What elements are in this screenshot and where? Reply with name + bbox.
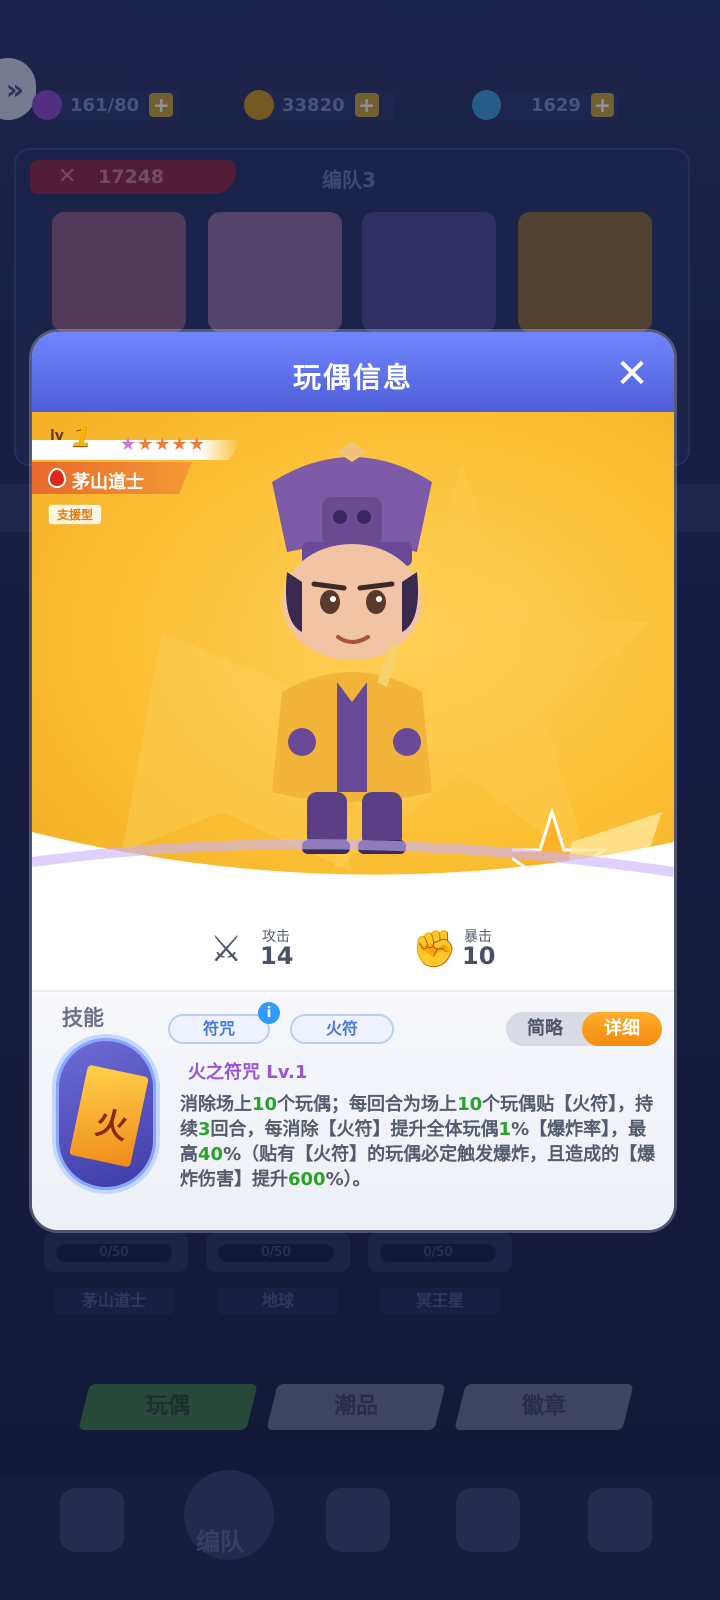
highlight-number: 10 bbox=[457, 1094, 483, 1115]
fist-icon: ✊ bbox=[412, 929, 457, 970]
fire-element-icon bbox=[48, 468, 66, 488]
detail-toggle[interactable]: 简略 详细 bbox=[506, 1012, 662, 1046]
skill-tag-fire-talisman[interactable]: 火符 bbox=[290, 1014, 394, 1044]
stats-row: ⚔ 攻击 14 ✊ 暴击 10 bbox=[32, 912, 674, 992]
highlight-number: 600 bbox=[288, 1169, 326, 1190]
star-icon: ★ bbox=[188, 434, 206, 455]
star-rating: ★★★★★ bbox=[120, 434, 206, 455]
skill-name: 火之符咒 Lv.1 bbox=[188, 1062, 308, 1083]
star-icon: ★ bbox=[120, 434, 138, 455]
close-icon[interactable]: ✕ bbox=[612, 354, 652, 394]
modal-title: 玩偶信息 bbox=[292, 361, 413, 394]
toggle-detailed[interactable]: 详细 bbox=[582, 1012, 662, 1046]
highlight-number: 40 bbox=[198, 1144, 224, 1165]
skill-tag-talisman[interactable]: 符咒 bbox=[168, 1014, 270, 1044]
skill-icon[interactable]: 火 bbox=[52, 1034, 160, 1194]
hero-wave-divider bbox=[32, 832, 674, 912]
desc-text: %）。 bbox=[325, 1169, 371, 1190]
star-icon: ★ bbox=[137, 434, 155, 455]
stat-value: 14 bbox=[260, 942, 294, 970]
doll-info-modal: 玩偶信息 ✕ lv 1 ★★★★★ 茅山道士 支援型 ⚔ 攻击 14 ✊ 暴击 … bbox=[32, 332, 674, 1230]
doll-name: 茅山道士 bbox=[72, 472, 144, 493]
doll-type-badge: 支援型 bbox=[48, 504, 103, 525]
toggle-brief[interactable]: 简略 bbox=[506, 1012, 584, 1046]
skill-description: 消除场上10个玩偶；每回合为场上10个玩偶贴【火符】，持续3回合，每消除【火符】… bbox=[180, 1092, 660, 1192]
desc-text: %（贴有【火符】的玩偶必定触发爆炸，且造成的【爆炸伤害】提升 bbox=[180, 1144, 656, 1190]
level-prefix: lv bbox=[50, 428, 64, 444]
doll-character-image bbox=[272, 442, 432, 854]
highlight-number: 1 bbox=[498, 1119, 512, 1140]
crossed-swords-icon: ⚔ bbox=[210, 929, 243, 970]
highlight-number: 3 bbox=[198, 1119, 211, 1140]
star-icon: ★ bbox=[154, 434, 172, 455]
info-icon[interactable]: i bbox=[258, 1002, 280, 1024]
level-number: 1 bbox=[72, 420, 92, 453]
highlight-number: 10 bbox=[252, 1094, 278, 1115]
desc-text: 回合，每消除【火符】提升全体玩偶 bbox=[210, 1119, 499, 1140]
desc-text: 消除场上 bbox=[180, 1094, 252, 1115]
skill-section: 技能 火 符咒 i 火符 简略 详细 火之符咒 Lv.1 消除场上10个玩偶；每… bbox=[32, 994, 674, 1230]
star-icon: ★ bbox=[171, 434, 189, 455]
skill-section-title: 技能 bbox=[62, 1006, 104, 1030]
desc-text: 个玩偶；每回合为场上 bbox=[277, 1094, 458, 1115]
stat-value: 10 bbox=[462, 942, 496, 970]
